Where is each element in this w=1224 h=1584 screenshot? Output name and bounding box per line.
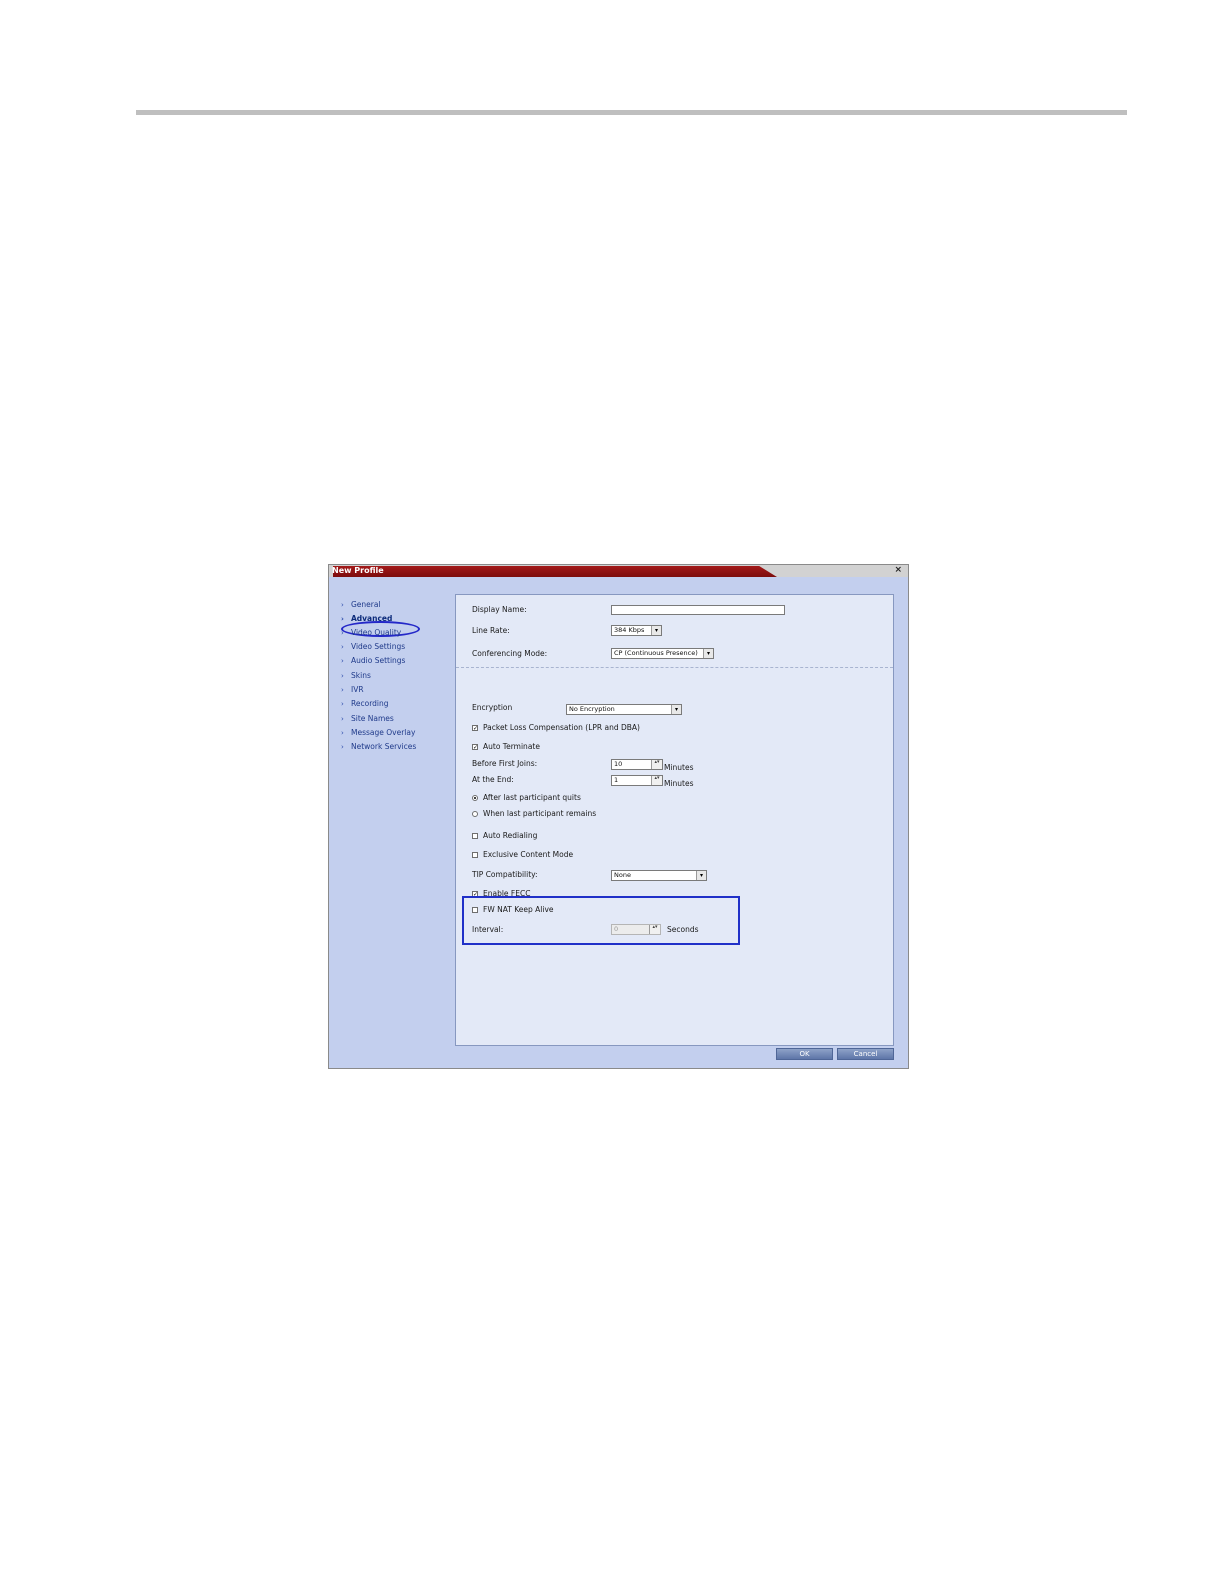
nav-item-label: Video Quality xyxy=(351,628,402,637)
at-the-end-unit: Minutes xyxy=(664,779,694,788)
nav-item-label: Network Services xyxy=(351,742,417,751)
advanced-settings-panel: Display Name: Line Rate: 384 Kbps ▾ Confe… xyxy=(455,594,894,1046)
nav-item-video-settings[interactable]: › Video Settings xyxy=(341,642,406,652)
nav-item-ivr[interactable]: › IVR xyxy=(341,685,364,695)
nav-item-skins[interactable]: › Skins xyxy=(341,671,371,681)
conferencing-mode-label: Conferencing Mode: xyxy=(472,649,548,658)
interval-label: Interval: xyxy=(472,925,504,934)
display-name-label: Display Name: xyxy=(472,605,527,614)
encryption-select[interactable]: No Encryption ▾ xyxy=(566,704,682,715)
fw-nat-highlight-box xyxy=(462,896,740,945)
nav-item-network-services[interactable]: › Network Services xyxy=(341,742,417,752)
encryption-value: No Encryption xyxy=(569,705,615,713)
before-first-joins-unit: Minutes xyxy=(664,763,694,772)
nav-item-label: Message Overlay xyxy=(351,728,416,737)
fw-nat-keep-alive-label: FW NAT Keep Alive xyxy=(483,905,554,914)
exclusive-content-label: Exclusive Content Mode xyxy=(483,850,574,859)
page-header-rule xyxy=(136,110,1127,115)
chevron-down-icon: ▾ xyxy=(696,871,706,880)
interval-unit: Seconds xyxy=(667,925,699,934)
cancel-button[interactable]: Cancel xyxy=(837,1048,894,1060)
arrow-icon: › xyxy=(341,657,344,665)
auto-redialing-checkbox[interactable] xyxy=(472,833,478,839)
nav-item-label: Site Names xyxy=(351,714,394,723)
packet-loss-label: Packet Loss Compensation (LPR and DBA) xyxy=(483,723,640,732)
ok-button[interactable]: OK xyxy=(776,1048,833,1060)
interval-stepper[interactable]: 0 ▴▾ xyxy=(611,924,661,935)
arrow-icon: › xyxy=(341,700,344,708)
arrow-icon: › xyxy=(341,672,344,680)
chevron-down-icon: ▾ xyxy=(703,649,713,658)
at-the-end-stepper[interactable]: 1 ▴▾ xyxy=(611,775,663,786)
chevron-down-icon: ▾ xyxy=(671,705,681,714)
nav-item-label: IVR xyxy=(351,685,364,694)
when-last-remains-radio[interactable] xyxy=(472,811,478,817)
auto-terminate-checkbox[interactable]: ✓ xyxy=(472,744,478,751)
nav-item-message-overlay[interactable]: › Message Overlay xyxy=(341,728,416,738)
arrow-icon: › xyxy=(341,715,344,723)
chevron-down-icon: ▾ xyxy=(651,626,661,635)
window-title: New Profile xyxy=(332,566,384,575)
nav-item-site-names[interactable]: › Site Names xyxy=(341,714,394,724)
arrow-icon: › xyxy=(341,615,344,623)
section-divider xyxy=(456,667,893,668)
arrow-icon: › xyxy=(341,601,344,609)
auto-redialing-label: Auto Redialing xyxy=(483,831,538,840)
at-the-end-value: 1 xyxy=(614,776,619,784)
nav-item-label: Advanced xyxy=(351,614,393,623)
when-last-remains-label: When last participant remains xyxy=(483,809,597,818)
close-icon[interactable]: × xyxy=(894,565,902,576)
before-first-joins-label: Before First Joins: xyxy=(472,759,538,768)
nav-item-label: General xyxy=(351,600,381,609)
conferencing-mode-value: CP (Continuous Presence) xyxy=(614,649,698,657)
nav-item-audio-settings[interactable]: › Audio Settings xyxy=(341,656,406,666)
tip-compatibility-value: None xyxy=(614,871,631,879)
spin-arrows-icon[interactable]: ▴▾ xyxy=(651,776,662,785)
before-first-joins-stepper[interactable]: 10 ▴▾ xyxy=(611,759,663,770)
line-rate-label: Line Rate: xyxy=(472,626,510,635)
auto-terminate-label: Auto Terminate xyxy=(483,742,540,751)
nav-item-general[interactable]: › General xyxy=(341,600,381,610)
after-last-quits-radio[interactable] xyxy=(472,795,478,801)
nav-item-recording[interactable]: › Recording xyxy=(341,699,389,709)
tip-compatibility-label: TIP Compatibility: xyxy=(472,870,538,879)
new-profile-dialog: New Profile × › General › Advanced › Video … xyxy=(328,564,909,1069)
title-bar-accent xyxy=(333,566,777,577)
nav-item-label: Video Settings xyxy=(351,642,406,651)
line-rate-value: 384 Kbps xyxy=(614,626,645,634)
encryption-label: Encryption xyxy=(472,703,513,712)
conferencing-mode-select[interactable]: CP (Continuous Presence) ▾ xyxy=(611,648,714,659)
arrow-icon: › xyxy=(341,729,344,737)
spin-arrows-icon[interactable]: ▴▾ xyxy=(651,760,662,769)
arrow-icon: › xyxy=(341,686,344,694)
after-last-quits-label: After last participant quits xyxy=(483,793,581,802)
title-bar: New Profile × xyxy=(329,565,908,577)
arrow-icon: › xyxy=(341,643,344,651)
arrow-icon: › xyxy=(341,743,344,751)
tip-compatibility-select[interactable]: None ▾ xyxy=(611,870,707,881)
arrow-icon: › xyxy=(341,629,344,637)
exclusive-content-checkbox[interactable] xyxy=(472,852,478,858)
at-the-end-label: At the End: xyxy=(472,775,514,784)
profile-nav: › General › Advanced › Video Quality › Video… xyxy=(333,578,454,1064)
display-name-input[interactable] xyxy=(611,605,785,615)
fw-nat-keep-alive-checkbox[interactable] xyxy=(472,907,478,913)
nav-item-label: Audio Settings xyxy=(351,656,406,665)
line-rate-select[interactable]: 384 Kbps ▾ xyxy=(611,625,662,636)
nav-item-label: Skins xyxy=(351,671,371,680)
nav-item-label: Recording xyxy=(351,699,389,708)
packet-loss-checkbox[interactable]: ✓ xyxy=(472,725,478,732)
interval-value: 0 xyxy=(614,925,619,933)
before-first-joins-value: 10 xyxy=(614,760,623,768)
nav-item-advanced[interactable]: › Advanced xyxy=(341,614,393,624)
nav-item-video-quality[interactable]: › Video Quality xyxy=(341,628,402,638)
spin-arrows-icon[interactable]: ▴▾ xyxy=(649,925,660,934)
